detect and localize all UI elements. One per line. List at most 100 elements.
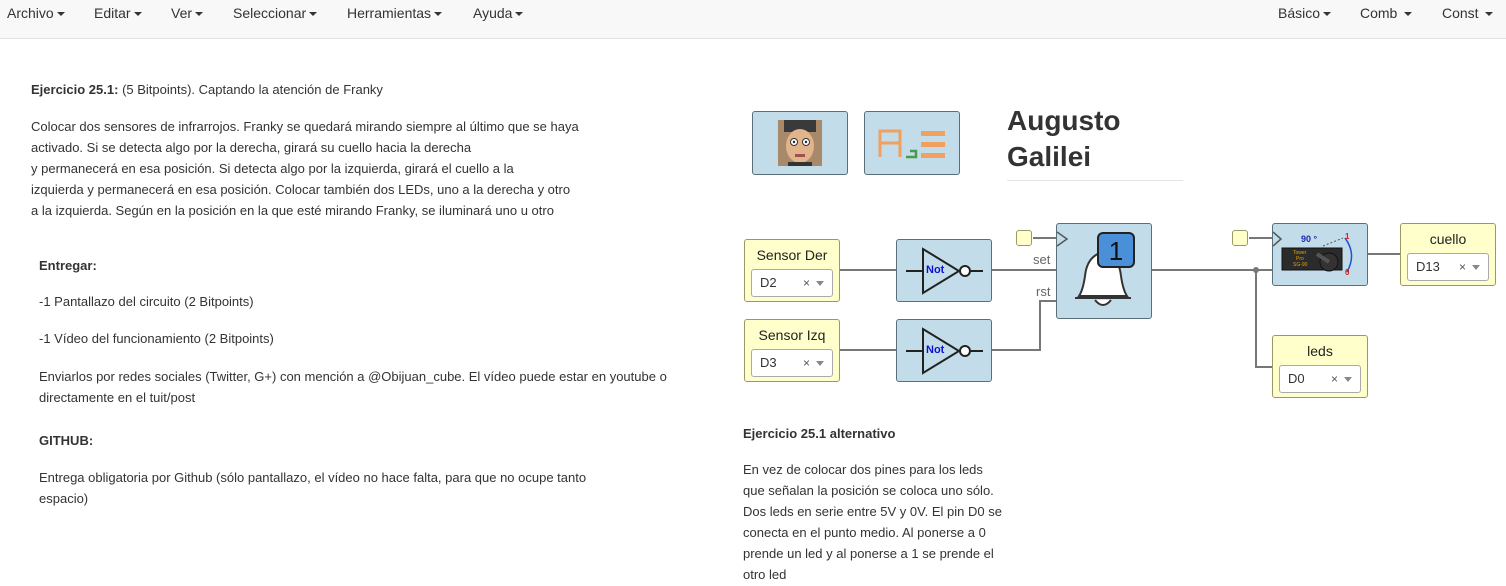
exercise-title: Ejercicio 25.1: (5 Bitpoints). Captando … [31, 79, 383, 100]
servo-one-label: 1 [1345, 232, 1350, 241]
alt-text-line: otro led [743, 567, 787, 582]
servo-angle: 90 ° [1301, 234, 1318, 244]
ae-logo-card [864, 111, 960, 175]
output-leds[interactable]: leds D0 × [1272, 335, 1368, 398]
not-gate-1[interactable]: Not [896, 239, 992, 302]
pin-select-value: D3 [760, 355, 777, 370]
flipflop-display: 1 [1097, 232, 1135, 268]
exercise-title-bold: Ejercicio 25.1: [31, 82, 119, 97]
flipflop-init-checkbox[interactable] [1016, 230, 1032, 246]
pin-select-value: D13 [1416, 259, 1440, 274]
menu-comb[interactable]: Comb [1360, 0, 1413, 28]
servo-icon [1273, 231, 1353, 273]
caret-down-icon [1485, 12, 1494, 17]
input-label: Sensor Izq [758, 327, 826, 343]
menu-label: Herramientas [347, 5, 432, 21]
not-label: Not [926, 264, 945, 276]
caret-down-icon [1404, 12, 1413, 17]
input-sensor-der[interactable]: Sensor Der D2 × [744, 239, 840, 302]
menu-label: Archivo [7, 5, 54, 21]
description-line: activado. Si se detecta algo por la dere… [31, 140, 472, 155]
author-photo [778, 120, 822, 166]
description-line: y permanecerá en esa posición. Si detect… [31, 161, 514, 176]
pin-select-value: D2 [760, 275, 777, 290]
dropdown-arrow-icon[interactable] [816, 281, 824, 286]
pin-select-d0[interactable]: D0 × [1279, 365, 1361, 393]
clear-icon[interactable]: × [803, 270, 810, 296]
input-sensor-izq[interactable]: Sensor Izq D3 × [744, 319, 840, 382]
exercise-title-rest: (5 Bitpoints). Captando la atención de F… [118, 82, 383, 97]
dropdown-arrow-icon[interactable] [1344, 377, 1352, 382]
menu-label: Ver [171, 5, 193, 21]
not-label: Not [926, 344, 945, 356]
wire-junction [1253, 267, 1259, 273]
caret-down-icon [515, 12, 524, 17]
description-line: a la izquierda. Según en la posición en … [31, 203, 554, 218]
author-divider [1007, 180, 1183, 181]
servo-zero-label: 0 [1345, 268, 1350, 277]
pin-select-d3[interactable]: D3 × [751, 349, 833, 377]
servo-init-checkbox[interactable] [1232, 230, 1248, 246]
author-first-name: Augusto [1007, 105, 1121, 136]
clear-icon[interactable]: × [1331, 366, 1338, 392]
menu-ayuda[interactable]: Ayuda [473, 0, 524, 28]
alt-exercise-title: Ejercicio 25.1 alternativo [743, 426, 896, 441]
menu-label: Seleccionar [233, 5, 307, 21]
clear-icon[interactable]: × [803, 350, 810, 376]
menu-label: Básico [1278, 5, 1321, 21]
set-label: set [1033, 252, 1051, 267]
github-text-line: Entrega obligatoria por Github (sólo pan… [39, 470, 587, 485]
deliverable-item: -1 Pantallazo del circuito (2 Bitpoints) [39, 294, 254, 309]
rst-label: rst [1036, 284, 1051, 299]
send-instructions-line: directamente en el tuit/post [39, 390, 196, 405]
alt-text-line: conecta en el punto medio. Al ponerse a … [743, 525, 986, 540]
clear-icon[interactable]: × [1459, 254, 1466, 280]
send-instructions-line: Enviarlos por redes sociales (Twitter, G… [39, 369, 667, 384]
menu-seleccionar[interactable]: Seleccionar [233, 0, 318, 28]
servo-block[interactable]: 90 ° 1 0 Tower Pro SG-90 [1272, 223, 1368, 286]
caret-down-icon [195, 12, 204, 17]
alt-text-line: En vez de colocar dos pines para los led… [743, 462, 983, 477]
flipflop-value: 1 [1108, 236, 1124, 266]
dropdown-arrow-icon[interactable] [1472, 265, 1480, 270]
menu-basico[interactable]: Básico [1278, 0, 1332, 28]
github-heading: GITHUB: [39, 433, 94, 448]
description-line: izquierda y permanecerá en esa posición.… [31, 182, 571, 197]
output-cuello[interactable]: cuello D13 × [1400, 223, 1496, 286]
alt-text-line: que señalan la posición se coloca uno só… [743, 483, 994, 498]
description-line: Colocar dos sensores de infrarrojos. Fra… [31, 119, 579, 134]
caret-down-icon [1323, 12, 1332, 17]
menu-label: Const [1442, 5, 1479, 21]
github-text-line: espacio) [39, 491, 89, 506]
menu-label: Editar [94, 5, 131, 21]
not-gate-2[interactable]: Not [896, 319, 992, 382]
dropdown-arrow-icon[interactable] [816, 361, 824, 366]
entregar-heading: Entregar: [39, 258, 97, 273]
menu-ver[interactable]: Ver [171, 0, 204, 28]
menu-const[interactable]: Const [1442, 0, 1494, 28]
pin-select-value: D0 [1288, 371, 1305, 386]
caret-down-icon [133, 12, 142, 17]
menu-herramientas[interactable]: Herramientas [347, 0, 443, 28]
pin-select-d2[interactable]: D2 × [751, 269, 833, 297]
author-last-name: Galilei [1007, 141, 1092, 172]
caret-down-icon [434, 12, 443, 17]
servo-model: SG-90 [1293, 262, 1308, 268]
menu-archivo[interactable]: Archivo [7, 0, 65, 28]
menubar: Archivo Editar Ver Seleccionar Herramien… [0, 0, 1506, 39]
caret-down-icon [309, 12, 318, 17]
flipflop-block[interactable]: 1 [1056, 223, 1152, 319]
menu-label: Ayuda [473, 5, 513, 21]
output-label: leds [1307, 343, 1333, 359]
author-photo-card [752, 111, 848, 175]
not-gate-icon [906, 247, 983, 295]
deliverable-item: -1 Vídeo del funcionamiento (2 Bitpoints… [39, 331, 274, 346]
menu-label: Comb [1360, 5, 1398, 21]
pin-select-d13[interactable]: D13 × [1407, 253, 1489, 281]
caret-down-icon [56, 12, 65, 17]
menu-editar[interactable]: Editar [94, 0, 142, 28]
alt-text-line: prende un led y al ponerse a 1 se prende… [743, 546, 994, 561]
output-label: cuello [1429, 231, 1467, 247]
not-gate-icon [906, 327, 983, 375]
alt-text-line: Dos leds en serie entre 5V y 0V. El pin … [743, 504, 1002, 519]
